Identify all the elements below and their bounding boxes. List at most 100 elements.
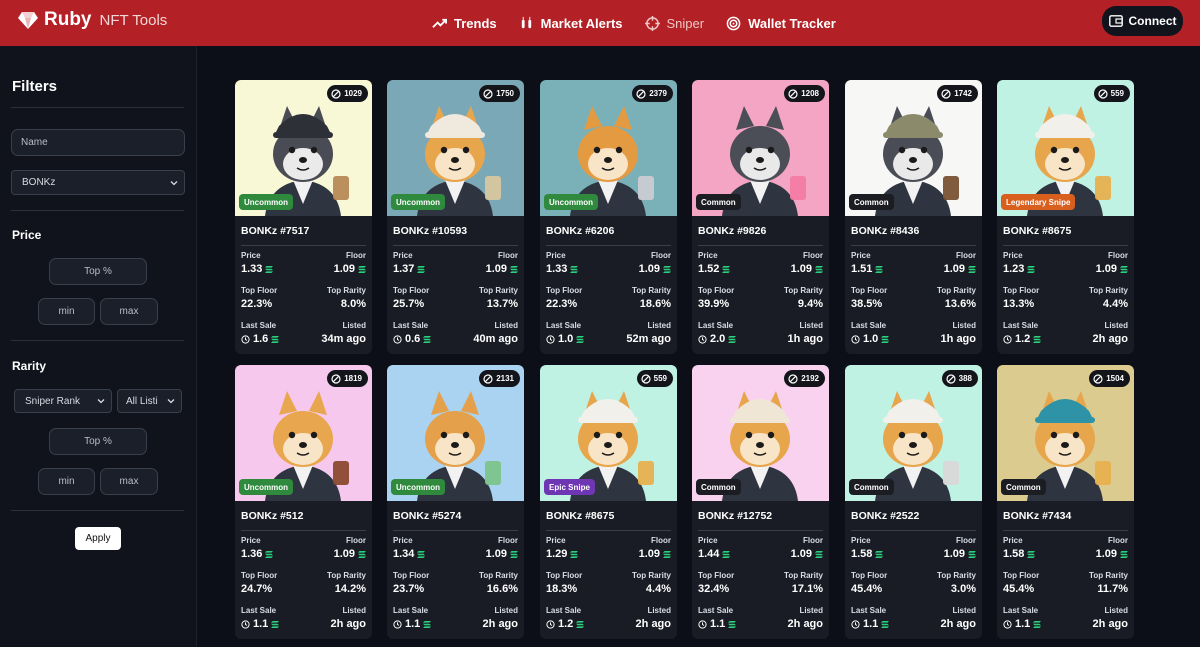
nft-title: BONKz #12752	[698, 510, 773, 522]
solana-icon	[1027, 550, 1036, 558]
nft-card[interactable]: 2131 Uncommon BONKz #5274 Price Floor 1.34 1.0…	[387, 365, 524, 639]
trend-icon	[432, 18, 447, 28]
connect-wallet-button[interactable]: Connect	[1102, 6, 1183, 36]
top-floor-label: Top Floor	[1003, 286, 1040, 295]
count-value: 1504	[1106, 374, 1124, 383]
price-min-input[interactable]: min	[38, 298, 95, 325]
divider	[241, 245, 366, 246]
price-top-percent-input[interactable]: Top %	[49, 258, 147, 285]
rarity-max-input[interactable]: max	[100, 468, 158, 495]
top-rarity-value: 14.2%	[334, 583, 366, 595]
solana-icon	[1027, 265, 1036, 273]
price-label: Price	[546, 251, 566, 260]
name-input[interactable]: Name	[11, 129, 185, 156]
apply-button[interactable]: Apply	[75, 527, 121, 550]
listed-value: 2h ago	[1092, 333, 1128, 345]
collection-select[interactable]: BONKz	[11, 170, 185, 195]
history-icon	[393, 334, 402, 344]
floor-value: 1.09	[334, 548, 366, 560]
chevron-down-icon	[170, 180, 178, 185]
nft-card[interactable]: 1208 Common BONKz #9826 Price Floor 1.52 1.09 T…	[692, 80, 829, 354]
nft-card[interactable]: 1029 Uncommon BONKz #7517 Price Floor 1.33 1.0…	[235, 80, 372, 354]
top-floor-label: Top Floor	[698, 571, 735, 580]
connect-label: Connect	[1128, 14, 1177, 28]
last-sale-label: Last Sale	[393, 606, 429, 615]
listed-value: 1h ago	[787, 333, 823, 345]
nav-trends[interactable]: Trends	[432, 16, 497, 31]
nft-title: BONKz #5274	[393, 510, 462, 522]
solana-icon	[271, 620, 280, 628]
nft-card[interactable]: 1819 Uncommon BONKz #512 Price Floor 1.36 1.09…	[235, 365, 372, 639]
crosshair-icon	[788, 88, 798, 99]
listing-select[interactable]: All Listi	[117, 389, 182, 413]
solana-icon	[1033, 335, 1042, 343]
listed-label: Listed	[952, 606, 976, 615]
price-max-input[interactable]: max	[100, 298, 158, 325]
crosshair-icon	[636, 88, 646, 99]
top-floor-label: Top Floor	[546, 286, 583, 295]
rarity-min-input[interactable]: min	[38, 468, 95, 495]
count-badge: 1029	[327, 85, 368, 102]
nft-card[interactable]: 559 Epic Snipe BONKz #8675 Price Floor 1.29 1.…	[540, 365, 677, 639]
top-rarity-label: Top Rarity	[937, 571, 976, 580]
brand-name: Ruby	[44, 9, 92, 30]
nft-card[interactable]: 1504 Common BONKz #7434 Price Floor 1.58 1.09 T…	[997, 365, 1134, 639]
solana-icon	[570, 550, 579, 558]
last-sale-label: Last Sale	[851, 606, 887, 615]
top-floor-label: Top Floor	[546, 571, 583, 580]
solana-icon	[881, 335, 890, 343]
solana-icon	[875, 550, 884, 558]
listed-label: Listed	[799, 321, 823, 330]
nft-card[interactable]: 1742 Common BONKz #8436 Price Floor 1.51 1.09 T…	[845, 80, 982, 354]
rarity-top-percent-input[interactable]: Top %	[49, 428, 147, 455]
divider	[11, 510, 184, 511]
brand[interactable]: Ruby NFT Tools	[18, 9, 167, 31]
rarity-badge: Common	[696, 479, 741, 495]
nft-card[interactable]: 2192 Common BONKz #12752 Price Floor 1.44 1.09…	[692, 365, 829, 639]
last-sale-label: Last Sale	[698, 321, 734, 330]
solana-icon	[265, 550, 274, 558]
listed-value: 52m ago	[626, 333, 671, 345]
solana-icon	[1120, 550, 1128, 558]
rarity-badge: Common	[849, 479, 894, 495]
filters-sidebar: Filters Name BONKz Price Top % min max R…	[0, 46, 197, 647]
divider	[11, 340, 184, 341]
count-value: 1742	[954, 89, 972, 98]
solana-icon	[968, 550, 976, 558]
floor-value: 1.09	[1096, 263, 1128, 275]
nft-card[interactable]: 388 Common BONKz #2522 Price Floor 1.58 1.09 To…	[845, 365, 982, 639]
alert-icon	[521, 16, 531, 28]
top-floor-value: 32.4%	[698, 583, 730, 595]
top-rarity-label: Top Rarity	[632, 571, 671, 580]
top-floor-label: Top Floor	[241, 571, 278, 580]
nav-sniper[interactable]: Sniper	[644, 15, 704, 31]
price-label: Price	[241, 536, 261, 545]
top-rarity-value: 9.4%	[797, 298, 823, 310]
nav-wallet-tracker[interactable]: Wallet Tracker	[726, 16, 836, 31]
solana-icon	[815, 550, 823, 558]
floor-label: Floor	[803, 536, 823, 545]
solana-icon	[968, 265, 976, 273]
price-label: Price	[851, 536, 871, 545]
listed-label: Listed	[952, 321, 976, 330]
nft-card[interactable]: 2379 Uncommon BONKz #6206 Price Floor 1.33 1.0…	[540, 80, 677, 354]
solana-icon	[576, 620, 585, 628]
nft-image: 388 Common	[845, 365, 982, 501]
top-rarity-value: 3.0%	[950, 583, 976, 595]
last-sale-value: 1.0	[851, 333, 890, 345]
nft-card[interactable]: 559 Legendary Snipe BONKz #8675 Price Floor 1…	[997, 80, 1134, 354]
floor-value: 1.09	[334, 263, 366, 275]
crosshair-icon	[331, 373, 341, 384]
divider	[393, 245, 518, 246]
count-value: 1208	[801, 89, 819, 98]
solana-icon	[875, 265, 884, 273]
nav-market-alerts[interactable]: Market Alerts	[519, 16, 623, 31]
price-value: 1.23	[1003, 263, 1036, 275]
top-floor-label: Top Floor	[1003, 571, 1040, 580]
top-rarity-value: 4.4%	[1102, 298, 1128, 310]
listed-value: 2h ago	[1092, 618, 1128, 630]
nft-card[interactable]: 1750 Uncommon BONKz #10593 Price Floor 1.37 1.…	[387, 80, 524, 354]
history-icon	[1003, 334, 1012, 344]
rank-select[interactable]: Sniper Rank	[14, 389, 112, 413]
price-label: Price	[546, 536, 566, 545]
